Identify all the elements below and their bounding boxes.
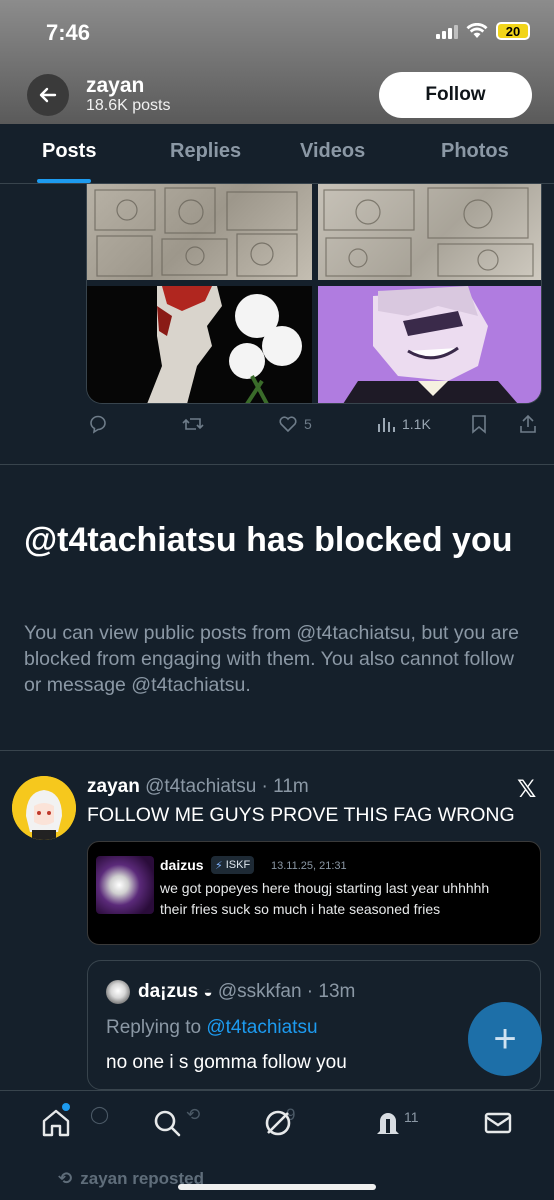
replying-to-line: Replying to @t4tachiatsu <box>106 1017 318 1038</box>
reply-author-name: da¡zus <box>138 981 199 1002</box>
nav-messages[interactable] <box>482 1107 514 1139</box>
reply-button[interactable] <box>88 414 108 434</box>
post-attached-image[interactable]: daizus ⚡ ISKF 13.11.25, 21:31 we got pop… <box>87 841 541 945</box>
image-timestamp: 13.11.25, 21:31 <box>271 860 347 872</box>
image-badge: ⚡ ISKF <box>211 856 255 874</box>
divider <box>0 464 554 465</box>
post-action-bar: 5 1.1K <box>86 414 536 444</box>
tab-posts[interactable]: Posts <box>42 140 96 163</box>
like-count: 5 <box>304 416 312 432</box>
search-icon <box>154 1110 181 1137</box>
nav-notifications[interactable] <box>372 1107 404 1139</box>
back-button[interactable] <box>27 74 69 116</box>
share-icon <box>520 414 536 433</box>
nav-home[interactable] <box>40 1107 72 1139</box>
reply-text: no one i s gomma follow you <box>106 1052 347 1073</box>
divider <box>0 750 554 751</box>
media-image-purple-character[interactable] <box>318 286 541 403</box>
repost-icon: ⟲ <box>186 1105 201 1124</box>
avatar <box>106 980 130 1004</box>
x-logo-icon: 𝕏 <box>517 776 537 803</box>
active-tab-indicator <box>37 179 91 183</box>
reply-handle-time: @sskkfan · 13m <box>217 981 356 1002</box>
profile-tabs: Posts Replies Videos Photos <box>0 124 554 184</box>
arrow-left-icon <box>39 87 57 103</box>
reply-header: da¡zus ◒ @sskkfan · 13m <box>138 981 355 1003</box>
blocked-title: @t4tachiatsu has blocked you <box>24 521 513 559</box>
reply-icon <box>90 415 106 434</box>
image-avatar <box>96 856 154 914</box>
views-chart-icon <box>378 418 395 432</box>
image-message-text: we got popeyes here thougj starting last… <box>160 880 490 917</box>
status-time: 7:46 <box>46 20 91 45</box>
share-button[interactable] <box>518 414 538 434</box>
bell-icon <box>377 1113 399 1134</box>
post-author-name[interactable]: zayan <box>87 776 140 797</box>
compose-button[interactable]: + <box>468 1002 542 1076</box>
mail-icon <box>484 1112 512 1134</box>
blocked-description: You can view public posts from @t4tachia… <box>24 622 519 696</box>
tab-replies[interactable]: Replies <box>170 140 241 163</box>
replying-to-link[interactable]: @t4tachiatsu <box>206 1017 317 1038</box>
lightning-icon: ⚡ <box>215 859 223 872</box>
profile-header-banner: 7:46 20 zayan 18.6K posts Follow <box>0 0 554 124</box>
tab-videos[interactable]: Videos <box>300 140 365 163</box>
view-count: 1.1K <box>402 416 431 432</box>
home-icon <box>42 1109 70 1137</box>
view-count-hidden: 11 <box>404 1109 419 1125</box>
repost-button[interactable] <box>182 414 204 434</box>
post-header: zayan @t4tachiatsu · 11m <box>87 776 309 798</box>
media-image-sketch-1[interactable] <box>87 184 312 280</box>
post-text: FOLLOW ME GUYS PROVE THIS FAG WRONG <box>87 804 515 826</box>
wifi-icon <box>466 23 488 38</box>
avatar[interactable] <box>12 776 76 840</box>
post-media-grid[interactable] <box>86 184 542 404</box>
like-button[interactable]: 5 <box>278 414 312 434</box>
media-image-red-hair-character[interactable] <box>87 286 312 403</box>
notification-dot <box>62 1103 70 1111</box>
battery-icon: 20 <box>496 22 530 40</box>
repost-icon <box>182 418 204 430</box>
profile-name: zayan <box>86 74 145 97</box>
bookmark-button[interactable] <box>470 414 488 434</box>
media-image-sketch-2[interactable] <box>318 184 541 280</box>
tab-photos[interactable]: Photos <box>441 140 509 163</box>
image-author-name: daizus <box>160 857 204 873</box>
nav-grok[interactable] <box>262 1107 294 1139</box>
views-button[interactable]: 1.1K <box>376 414 431 434</box>
bookmark-icon <box>472 415 486 434</box>
status-icons: 20 <box>436 22 530 40</box>
follow-button[interactable]: Follow <box>379 72 532 118</box>
reply-icon: ◯ <box>90 1105 110 1124</box>
profile-post-count: 18.6K posts <box>86 97 171 114</box>
repost-icon: ⟲ <box>58 1169 73 1188</box>
post-handle-time: @t4tachiatsu · 11m <box>145 776 309 797</box>
plus-icon: + <box>493 1016 517 1061</box>
grok-icon <box>265 1110 291 1136</box>
half-moon-icon: ◒ <box>203 984 213 1001</box>
signal-icon <box>436 23 458 39</box>
nav-search[interactable] <box>151 1107 183 1139</box>
heart-icon <box>279 416 297 433</box>
home-indicator <box>178 1184 376 1190</box>
